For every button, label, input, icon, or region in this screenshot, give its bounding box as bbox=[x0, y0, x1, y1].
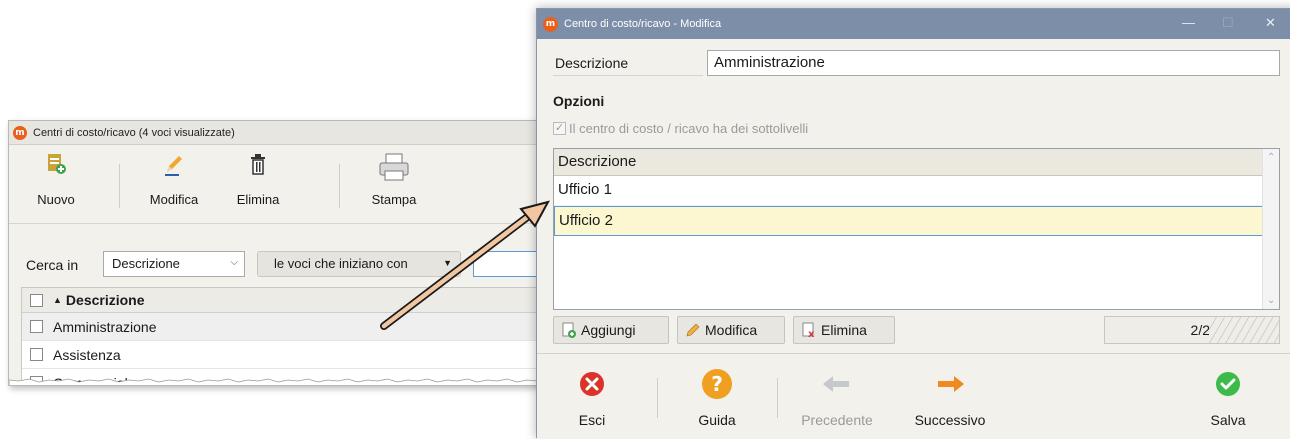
background-toolbar: Nuovo Modifica Elimina Stampa bbox=[9, 146, 557, 224]
modifica-sub-label: Modifica bbox=[705, 322, 758, 338]
cerca-in-label: Cerca in bbox=[26, 257, 79, 273]
sort-up-icon: ▲ bbox=[53, 295, 62, 305]
modifica-label: Modifica bbox=[149, 192, 199, 207]
sublevel-grid: Descrizione Ufficio 1 Ufficio 2 ⌃ ⌄ bbox=[553, 148, 1280, 310]
guida-button[interactable]: ? Guida bbox=[687, 368, 747, 428]
counter-hatch bbox=[1209, 317, 1279, 343]
close-circle-icon bbox=[567, 368, 617, 400]
search-field-value: Descrizione bbox=[112, 256, 180, 271]
centri-grid: ▲ Descrizione Amministrazione Assistenza… bbox=[21, 287, 557, 385]
elimina-label: Elimina bbox=[236, 192, 280, 207]
precedente-label: Precedente bbox=[801, 412, 873, 428]
app-logo-icon: m bbox=[543, 16, 558, 32]
stampa-button[interactable]: Stampa bbox=[359, 152, 429, 207]
torn-edge bbox=[9, 378, 557, 385]
checkmark-circle-icon bbox=[1203, 368, 1253, 400]
background-window: m Centri di costo/ricavo (4 voci visuali… bbox=[8, 120, 558, 386]
trash-icon bbox=[229, 152, 287, 182]
footer-separator bbox=[777, 378, 778, 418]
table-row[interactable]: Assistenza bbox=[22, 341, 557, 369]
row-checkbox[interactable] bbox=[30, 348, 43, 361]
aggiungi-label: Aggiungi bbox=[581, 322, 636, 338]
elimina-button[interactable]: Elimina bbox=[229, 152, 287, 207]
guida-label: Guida bbox=[698, 412, 736, 428]
list-item[interactable]: Ufficio 1 bbox=[554, 176, 1279, 206]
salva-label: Salva bbox=[1210, 412, 1246, 428]
search-bar: Cerca in Descrizione ⌵ le voci che inizi… bbox=[9, 225, 557, 279]
salva-button[interactable]: Salva bbox=[1203, 368, 1253, 428]
table-row[interactable]: Amministrazione bbox=[22, 313, 557, 341]
delete-document-icon: x bbox=[802, 322, 816, 338]
row-label: Amministrazione bbox=[53, 318, 157, 335]
caret-down-icon: ▼ bbox=[443, 258, 452, 268]
descrizione-label: Descrizione bbox=[553, 50, 703, 76]
scroll-down-icon[interactable]: ⌄ bbox=[1267, 295, 1275, 306]
checkmark-icon: ✓ bbox=[553, 122, 566, 135]
modifica-button[interactable]: Modifica bbox=[139, 152, 209, 207]
record-counter: 2/2 bbox=[1104, 316, 1280, 344]
dialog-titlebar: m Centro di costo/ricavo - Modifica — ☐ … bbox=[537, 9, 1290, 39]
add-document-icon bbox=[562, 322, 576, 338]
select-all-checkbox[interactable] bbox=[30, 293, 43, 307]
elimina-sub-button[interactable]: x Elimina bbox=[793, 316, 895, 344]
scroll-up-icon[interactable]: ⌃ bbox=[1267, 152, 1275, 163]
list-item-selected[interactable]: Ufficio 2 bbox=[554, 206, 1279, 236]
arrow-right-icon bbox=[905, 368, 995, 400]
precedente-button[interactable]: Precedente bbox=[792, 368, 882, 428]
background-titlebar: m Centri di costo/ricavo (4 voci visuali… bbox=[9, 121, 557, 145]
successivo-button[interactable]: Successivo bbox=[905, 368, 995, 428]
counter-text: 2/2 bbox=[1190, 322, 1210, 338]
row-label: Assistenza bbox=[53, 346, 121, 363]
grid-header[interactable]: ▲ Descrizione bbox=[22, 288, 557, 313]
pencil-icon bbox=[139, 152, 209, 182]
aggiungi-button[interactable]: Aggiungi bbox=[553, 316, 669, 344]
descrizione-input[interactable]: Amministrazione bbox=[707, 50, 1280, 76]
toolbar-separator bbox=[119, 164, 120, 208]
dialog-title: Centro di costo/ricavo - Modifica bbox=[564, 18, 722, 30]
maximize-button[interactable]: ☐ bbox=[1222, 15, 1234, 31]
arrow-left-icon bbox=[792, 368, 882, 400]
stampa-label: Stampa bbox=[371, 192, 417, 207]
svg-text:?: ? bbox=[711, 372, 723, 396]
edit-dialog: m Centro di costo/ricavo - Modifica — ☐ … bbox=[536, 8, 1290, 439]
help-icon: ? bbox=[687, 368, 747, 400]
footer-separator bbox=[657, 378, 658, 418]
new-document-icon bbox=[27, 152, 85, 182]
chevron-down-icon: ⌵ bbox=[230, 257, 238, 268]
app-logo-icon: m bbox=[13, 125, 27, 140]
search-mode-select[interactable]: le voci che iniziano con ▼ bbox=[257, 251, 461, 277]
dialog-footer: Esci ? Guida Precedente Successivo Salva bbox=[537, 353, 1290, 439]
close-button[interactable]: ✕ bbox=[1265, 15, 1276, 31]
minimize-button[interactable]: — bbox=[1182, 15, 1195, 30]
printer-icon bbox=[359, 152, 429, 182]
modifica-sub-button[interactable]: Modifica bbox=[677, 316, 785, 344]
sublevel-checkbox-label: Il centro di costo / ricavo ha dei sotto… bbox=[569, 121, 809, 136]
successivo-label: Successivo bbox=[914, 412, 986, 428]
nuovo-button[interactable]: Nuovo bbox=[27, 152, 85, 207]
background-window-title: Centri di costo/ricavo (4 voci visualizz… bbox=[33, 126, 235, 139]
sublevel-grid-header[interactable]: Descrizione bbox=[554, 149, 1279, 176]
esci-label: Esci bbox=[578, 412, 606, 428]
vertical-scrollbar[interactable]: ⌃ ⌄ bbox=[1262, 149, 1279, 309]
esci-button[interactable]: Esci bbox=[567, 368, 617, 428]
toolbar-separator bbox=[339, 164, 340, 208]
nuovo-label: Nuovo bbox=[37, 192, 75, 207]
opzioni-heading: Opzioni bbox=[553, 93, 605, 109]
svg-text:x: x bbox=[808, 329, 815, 338]
search-field-select[interactable]: Descrizione ⌵ bbox=[103, 251, 245, 277]
pencil-icon bbox=[686, 323, 700, 337]
elimina-sub-label: Elimina bbox=[821, 322, 867, 338]
search-mode-value: le voci che iniziano con bbox=[274, 256, 408, 271]
row-checkbox[interactable] bbox=[30, 320, 43, 333]
grid-header-descrizione: Descrizione bbox=[65, 292, 145, 308]
sublevel-checkbox[interactable]: ✓ Il centro di costo / ricavo ha dei sot… bbox=[553, 121, 808, 136]
